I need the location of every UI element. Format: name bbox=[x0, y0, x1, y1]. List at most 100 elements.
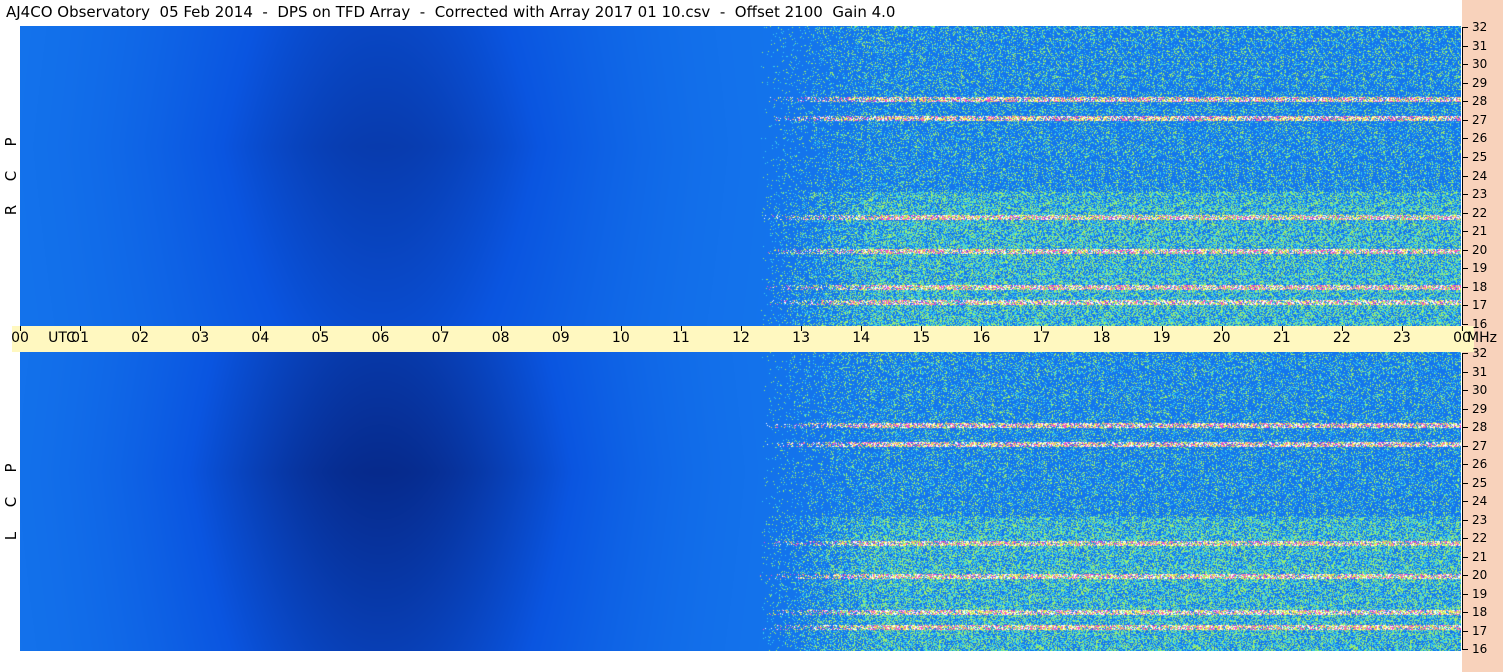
utc-tick-label: 19 bbox=[1152, 330, 1171, 346]
frequency-tick-mark bbox=[1462, 286, 1468, 288]
mhz-unit-label: MHz bbox=[1467, 330, 1497, 346]
utc-tick-label: 11 bbox=[671, 330, 690, 346]
frequency-tick-label: 19 bbox=[1472, 261, 1488, 276]
utc-unit-label: UTC bbox=[48, 330, 76, 346]
frequency-tick-mark bbox=[1462, 212, 1468, 214]
title-bar: AJ4CO Observatory 05 Feb 2014 - DPS on T… bbox=[0, 0, 1462, 26]
utc-tick-mark bbox=[620, 326, 622, 331]
utc-tick-mark bbox=[921, 326, 923, 331]
utc-tick-label: 02 bbox=[131, 330, 150, 346]
frequency-tick-label: 27 bbox=[1472, 438, 1488, 453]
utc-tick-label: 23 bbox=[1392, 330, 1411, 346]
frequency-tick-label: 21 bbox=[1472, 224, 1488, 239]
frequency-tick-label: 29 bbox=[1472, 75, 1488, 90]
utc-tick-mark bbox=[260, 326, 262, 331]
utc-tick-mark bbox=[1281, 326, 1283, 331]
utc-tick-label: 17 bbox=[1032, 330, 1051, 346]
utc-tick-mark bbox=[1462, 326, 1463, 331]
utc-tick-mark bbox=[1341, 326, 1343, 331]
frequency-tick-mark bbox=[1462, 501, 1468, 502]
frequency-tick-mark bbox=[1462, 612, 1468, 613]
utc-tick-mark bbox=[981, 326, 983, 331]
utc-tick-label: 05 bbox=[311, 330, 330, 346]
utc-tick-mark bbox=[1041, 326, 1043, 331]
utc-tick-label: 08 bbox=[491, 330, 510, 346]
frequency-tick-label: 22 bbox=[1472, 205, 1488, 220]
utc-tick-mark bbox=[680, 326, 682, 331]
frequency-tick-label: 17 bbox=[1472, 298, 1488, 313]
utc-tick-mark bbox=[1401, 326, 1403, 331]
utc-tick-label: 09 bbox=[551, 330, 570, 346]
frequency-tick-mark bbox=[1462, 231, 1468, 233]
frequency-tick-mark bbox=[1462, 519, 1468, 521]
utc-tick-mark bbox=[560, 326, 562, 331]
frequency-tick-mark bbox=[1462, 464, 1468, 465]
frequency-tick-mark bbox=[1462, 268, 1468, 270]
frequency-tick-label: 24 bbox=[1472, 494, 1488, 508]
frequency-tick-label: 30 bbox=[1472, 57, 1488, 72]
utc-tick-mark bbox=[20, 326, 21, 331]
utc-tick-label: 13 bbox=[792, 330, 810, 346]
frequency-tick-mark bbox=[1462, 371, 1468, 373]
utc-tick-label: 15 bbox=[912, 330, 931, 346]
frequency-tick-mark bbox=[1462, 194, 1468, 196]
frequency-tick-label: 31 bbox=[1472, 38, 1488, 53]
utc-tick-label: 04 bbox=[251, 330, 270, 346]
frequency-tick-mark bbox=[1462, 138, 1468, 140]
utc-tick-mark bbox=[1161, 326, 1163, 331]
frequency-tick-label: 23 bbox=[1472, 187, 1488, 202]
frequency-tick-label: 16 bbox=[1472, 642, 1488, 656]
utc-tick-label: 20 bbox=[1212, 330, 1231, 346]
frequency-tick-label: 21 bbox=[1472, 549, 1488, 564]
frequency-tick-label: 20 bbox=[1472, 568, 1488, 582]
utc-tick-label: 16 bbox=[972, 330, 991, 346]
frequency-tick-label: 26 bbox=[1472, 457, 1488, 471]
frequency-tick-mark bbox=[1462, 119, 1468, 121]
utc-tick-mark bbox=[320, 326, 322, 331]
frequency-tick-mark bbox=[1462, 353, 1468, 354]
utc-tick-label: 06 bbox=[371, 330, 390, 346]
utc-tick-mark bbox=[500, 326, 502, 331]
utc-tick-mark bbox=[1101, 326, 1103, 331]
frequency-tick-label: 32 bbox=[1472, 346, 1488, 360]
utc-tick-label: 22 bbox=[1332, 330, 1351, 346]
frequency-tick-label: 25 bbox=[1472, 149, 1488, 164]
utc-tick-mark bbox=[1221, 326, 1223, 331]
utc-tick-label: 12 bbox=[732, 330, 750, 346]
frequency-tick-label: 23 bbox=[1472, 512, 1488, 527]
frequency-tick-mark bbox=[1462, 324, 1468, 325]
utc-tick-mark bbox=[380, 326, 382, 331]
frequency-tick-mark bbox=[1462, 45, 1468, 47]
utc-tick-label: 21 bbox=[1272, 330, 1291, 346]
frequency-tick-label: 28 bbox=[1472, 94, 1488, 109]
utc-tick-mark bbox=[140, 326, 142, 331]
frequency-tick-mark bbox=[1462, 575, 1468, 576]
utc-tick-mark bbox=[801, 326, 803, 331]
frequency-tick-label: 30 bbox=[1472, 383, 1488, 397]
frequency-tick-label: 31 bbox=[1472, 364, 1488, 379]
utc-tick-label: 10 bbox=[611, 330, 630, 346]
frequency-tick-mark bbox=[1462, 408, 1468, 410]
frequency-tick-mark bbox=[1462, 593, 1468, 595]
frequency-tick-mark bbox=[1462, 156, 1468, 158]
frequency-tick-label: 19 bbox=[1472, 586, 1488, 601]
frequency-tick-mark bbox=[1462, 427, 1468, 428]
utc-tick-label: 14 bbox=[852, 330, 871, 346]
frequency-tick-label: 32 bbox=[1472, 20, 1488, 34]
frequency-tick-label: 17 bbox=[1472, 623, 1488, 638]
frequency-tick-label: 20 bbox=[1472, 242, 1488, 257]
utc-tick-mark bbox=[80, 326, 82, 331]
frequency-tick-mark bbox=[1462, 445, 1468, 447]
utc-tick-label: 00 bbox=[11, 330, 29, 346]
frequency-tick-label: 26 bbox=[1472, 131, 1488, 146]
lcp-spectrogram bbox=[20, 352, 1461, 651]
rcp-spectrogram-canvas bbox=[20, 26, 1461, 326]
rcp-spectrogram bbox=[20, 26, 1461, 326]
utc-tick-label: 18 bbox=[1092, 330, 1111, 346]
frequency-tick-mark bbox=[1462, 390, 1468, 391]
frequency-tick-mark bbox=[1462, 27, 1468, 28]
lcp-spectrogram-canvas bbox=[20, 352, 1461, 651]
frequency-tick-mark bbox=[1462, 305, 1468, 307]
frequency-tick-label: 25 bbox=[1472, 475, 1488, 490]
utc-tick-label: 03 bbox=[191, 330, 210, 346]
